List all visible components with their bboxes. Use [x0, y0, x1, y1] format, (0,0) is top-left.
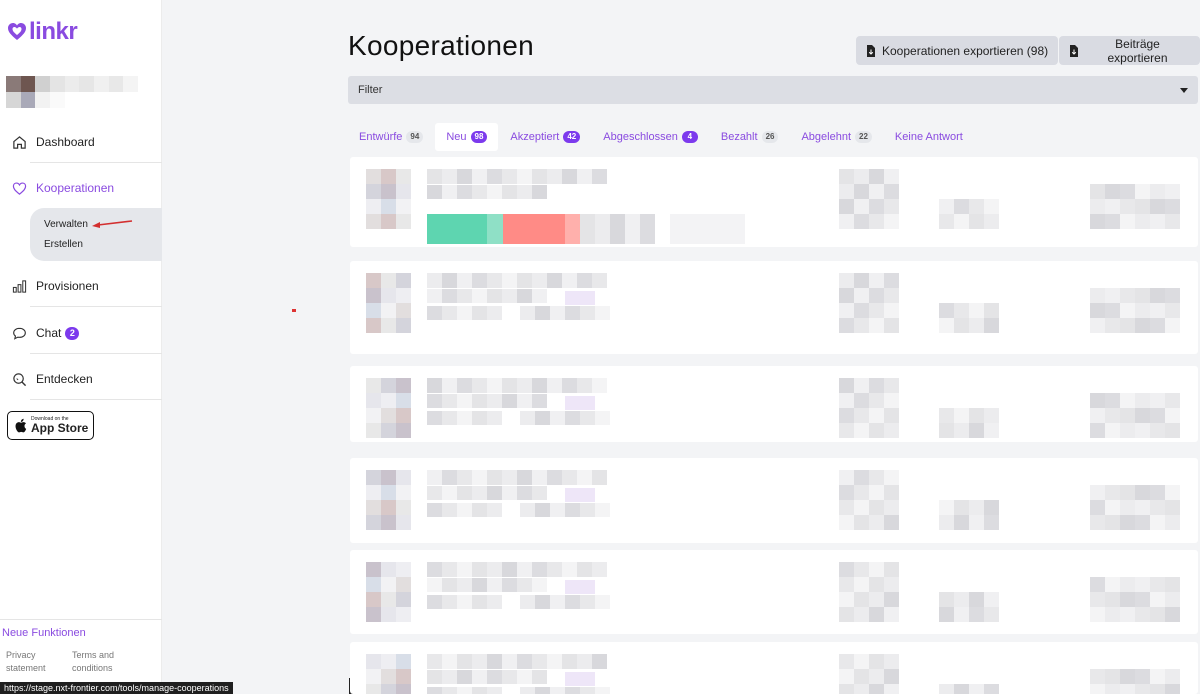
tab-abgeschlossen[interactable]: Abgeschlossen 4 [592, 123, 709, 151]
browser-status-url: https://stage.nxt-frontier.com/tools/man… [0, 682, 233, 694]
neue-funktionen-link[interactable]: Neue Funktionen [2, 627, 86, 639]
submenu-item-erstellen[interactable]: Erstellen [44, 239, 83, 250]
sidebar-item-label: Dashboard [36, 135, 95, 149]
heart-icon [10, 179, 28, 197]
tab-count: 26 [761, 131, 779, 143]
tab-count: 42 [563, 131, 581, 143]
tab-neu[interactable]: Neu 98 [435, 123, 499, 151]
tab-akzeptiert[interactable]: Akzeptiert 42 [499, 123, 591, 151]
sidebar-item-label: Chat [36, 326, 62, 340]
cooperation-card[interactable] [350, 458, 1198, 543]
profile-avatar-blurred[interactable] [6, 76, 138, 108]
sidebar-item-label: Kooperationen [36, 181, 115, 195]
divider [0, 619, 162, 620]
cooperation-card[interactable] [350, 366, 1198, 442]
brand-logo[interactable]: linkr [7, 18, 78, 46]
sidebar-item-kooperationen[interactable]: Kooperationen [10, 179, 162, 197]
terms-link[interactable]: Terms and conditions [72, 649, 132, 675]
filter-label: Filter [358, 84, 383, 96]
bar-chart-icon [10, 277, 28, 295]
redacted-content [350, 157, 1198, 247]
privacy-link[interactable]: Privacy statement [6, 649, 62, 675]
red-marker [292, 309, 296, 312]
cooperation-card[interactable] [350, 642, 1198, 694]
status-tabs: Entwürfe 94 Neu 98 Akzeptiert 42 Abgesch… [348, 123, 975, 151]
divider [30, 399, 162, 400]
export-posts-label: Beiträge exportieren [1107, 36, 1168, 65]
redacted-content [350, 550, 1198, 634]
tab-abgelehnt[interactable]: Abgelehnt 22 [790, 123, 882, 151]
sidebar-item-provisionen[interactable]: Provisionen [10, 277, 162, 295]
divider [30, 162, 162, 163]
export-cooperations-button[interactable]: Kooperationen exportieren (98) [856, 36, 1059, 65]
tab-count: 94 [406, 131, 424, 143]
home-icon [10, 133, 28, 151]
tab-count: 4 [681, 131, 698, 143]
divider [30, 353, 162, 354]
search-icon [10, 370, 28, 388]
sidebar-item-dashboard[interactable]: Dashboard [10, 133, 162, 151]
export-cooperations-label: Kooperationen exportieren (98) [882, 43, 1049, 58]
heart-logo-icon [8, 23, 26, 40]
sidebar: linkr Dashboard Kooperationen Verwalten … [0, 0, 162, 694]
filter-dropdown[interactable]: Filter [348, 76, 1198, 104]
divider [30, 306, 162, 307]
sidebar-item-label: Entdecken [36, 372, 93, 386]
tab-bezahlt[interactable]: Bezahlt 26 [710, 123, 790, 151]
app-store-big-text: App Store [31, 421, 89, 435]
redacted-content [350, 458, 1198, 543]
redacted-content [350, 366, 1198, 442]
cooperation-card[interactable] [350, 157, 1198, 247]
export-posts-button[interactable]: Beiträge exportieren [1059, 36, 1200, 65]
tab-count: 22 [855, 131, 872, 143]
red-arrow-annotation-icon [92, 220, 133, 228]
submenu-kooperationen [30, 208, 162, 261]
tab-entwuerfe[interactable]: Entwürfe 94 [348, 123, 434, 151]
tab-keine-antwort[interactable]: Keine Antwort [884, 123, 974, 151]
cooperation-card[interactable] [350, 550, 1198, 634]
brand-name: linkr [29, 18, 78, 45]
file-download-icon [866, 44, 876, 57]
page-title: Kooperationen [348, 30, 535, 61]
sidebar-item-label: Provisionen [36, 279, 99, 293]
redacted-content [350, 642, 1198, 694]
app-store-badge[interactable]: Download on the App Store [7, 411, 94, 440]
redacted-content [350, 261, 1198, 354]
cooperation-card[interactable] [350, 261, 1198, 354]
tab-count: 98 [470, 131, 488, 143]
apple-icon [15, 418, 27, 433]
sidebar-item-chat[interactable]: Chat 2 [10, 324, 162, 342]
chat-icon [10, 324, 28, 342]
file-download-icon [1069, 44, 1079, 57]
caret-down-icon [1180, 87, 1188, 93]
chat-unread-badge: 2 [65, 326, 80, 340]
submenu-item-verwalten[interactable]: Verwalten [44, 219, 88, 230]
sidebar-item-entdecken[interactable]: Entdecken [10, 370, 162, 388]
